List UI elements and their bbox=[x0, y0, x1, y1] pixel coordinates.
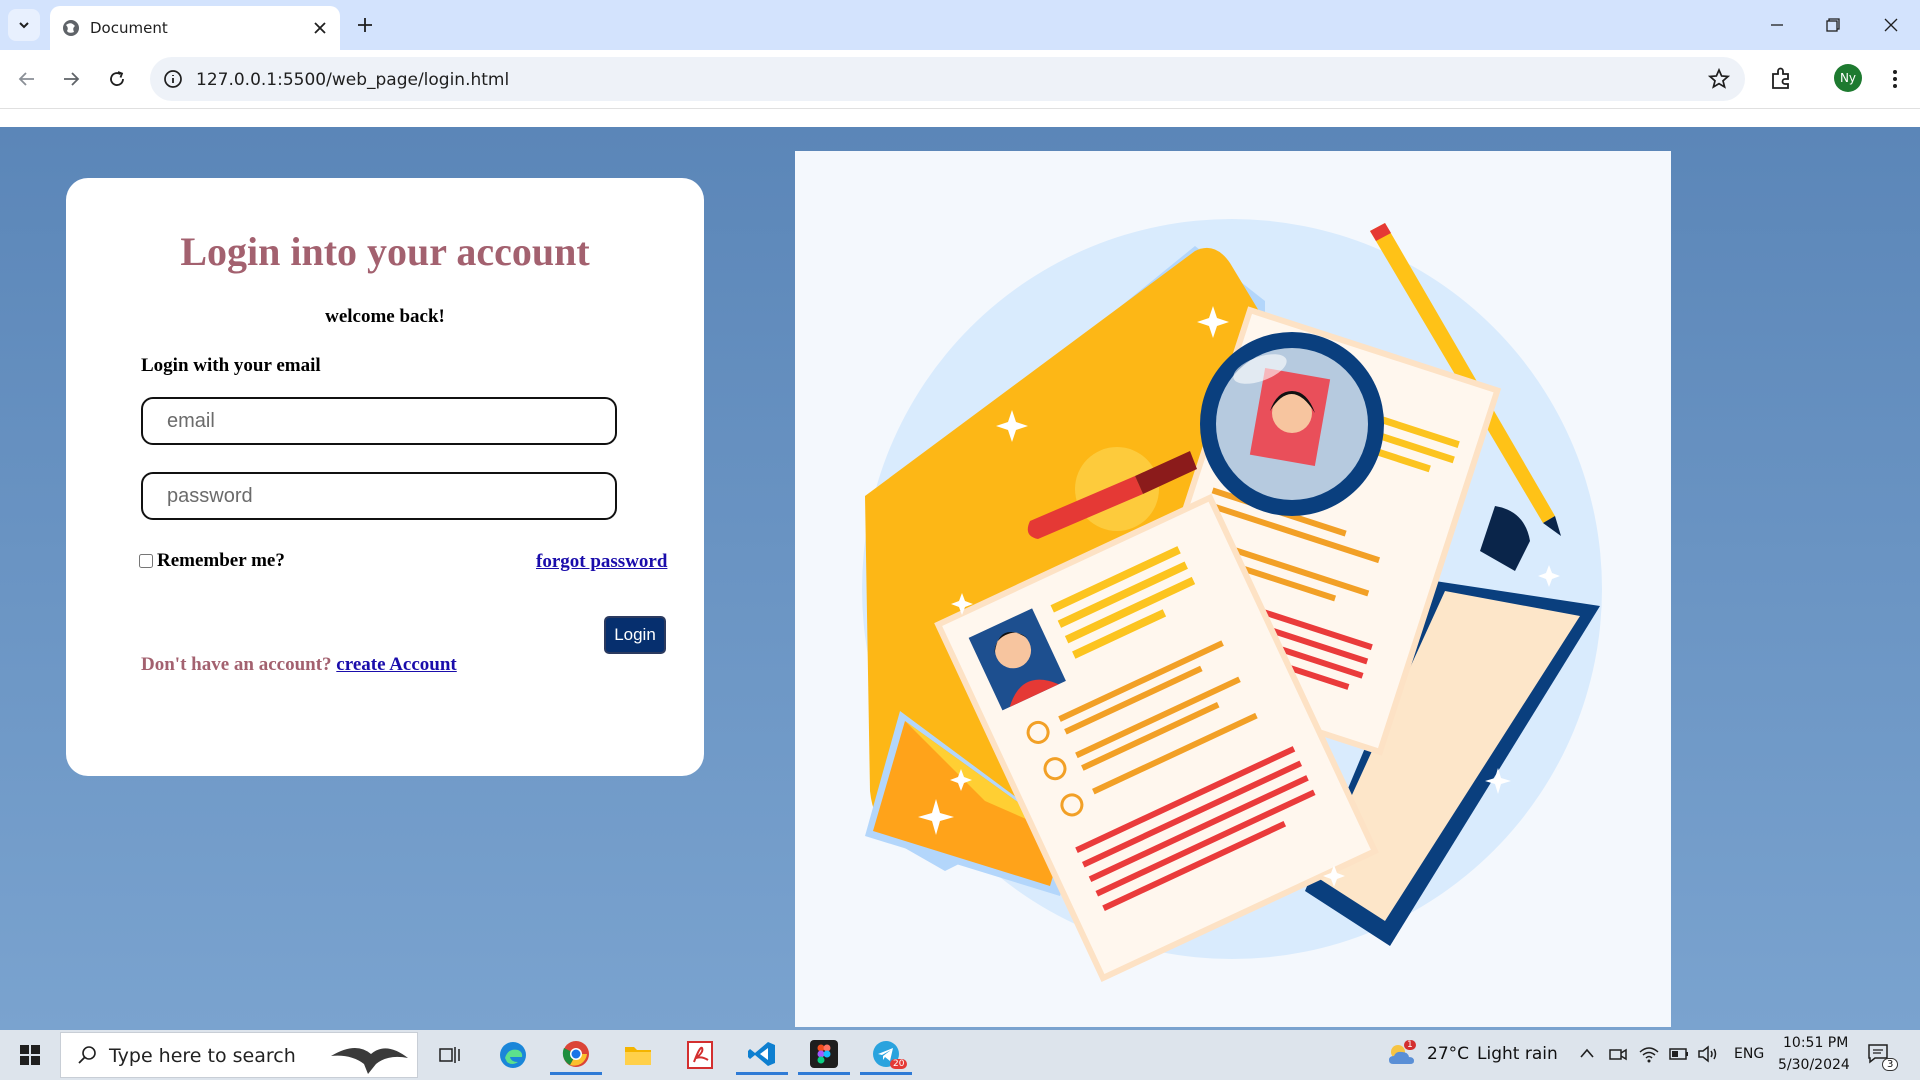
create-account-row: Don't have an account? create Account bbox=[141, 654, 457, 676]
search-icon bbox=[78, 1046, 96, 1064]
page-header-strip bbox=[0, 109, 1920, 127]
page-content: Login into your account welcome back! Lo… bbox=[0, 127, 1920, 1030]
remember-me-label: Remember me? bbox=[157, 550, 285, 571]
remember-me-row: Remember me? bbox=[139, 550, 285, 572]
task-view-button[interactable] bbox=[424, 1035, 476, 1075]
profile-avatar[interactable]: Ny bbox=[1834, 64, 1862, 92]
clock-date[interactable]: 5/30/2024 bbox=[1778, 1057, 1850, 1073]
close-icon bbox=[1884, 18, 1898, 32]
globe-icon bbox=[63, 20, 79, 36]
login-with-label: Login with your email bbox=[141, 355, 321, 376]
minimize-icon bbox=[1771, 24, 1783, 26]
browser-tab-bar: Document bbox=[0, 0, 1920, 50]
arrow-right-icon bbox=[64, 72, 80, 86]
restore-button[interactable] bbox=[1818, 10, 1848, 40]
pdf-icon bbox=[687, 1041, 713, 1069]
illustration-panel bbox=[795, 151, 1671, 1027]
figma-icon bbox=[810, 1039, 838, 1068]
resume-search-illustration bbox=[862, 219, 1602, 982]
clock-time[interactable]: 10:51 PM bbox=[1783, 1035, 1848, 1051]
bookmark-star-icon[interactable] bbox=[1707, 67, 1731, 91]
taskbar-acrobat[interactable] bbox=[674, 1035, 726, 1075]
remember-me-checkbox[interactable] bbox=[139, 554, 153, 568]
search-placeholder: Type here to search bbox=[109, 1045, 296, 1067]
login-button[interactable]: Login bbox=[604, 616, 666, 654]
language-indicator[interactable]: ENG bbox=[1734, 1046, 1764, 1062]
taskbar-vscode[interactable] bbox=[736, 1035, 788, 1075]
tab-title: Document bbox=[90, 19, 168, 37]
login-card: Login into your account welcome back! Lo… bbox=[66, 178, 704, 776]
battery-icon[interactable] bbox=[1668, 1045, 1690, 1063]
task-view-icon bbox=[439, 1047, 460, 1063]
folder-icon bbox=[625, 1047, 651, 1065]
chevron-down-icon bbox=[19, 22, 29, 29]
browser-toolbar: 127.0.0.1:5500/web_page/login.html bbox=[0, 50, 1920, 109]
arrow-left-icon bbox=[18, 72, 34, 86]
no-account-text: Don't have an account? bbox=[141, 654, 332, 675]
taskbar-file-explorer[interactable] bbox=[612, 1035, 664, 1075]
new-tab-button[interactable] bbox=[352, 12, 378, 38]
browser-tab[interactable]: Document bbox=[50, 6, 340, 50]
taskbar-telegram[interactable]: 20 bbox=[860, 1035, 912, 1075]
back-button[interactable] bbox=[12, 64, 42, 94]
more-options-icon[interactable] bbox=[1880, 64, 1910, 94]
address-bar[interactable]: 127.0.0.1:5500/web_page/login.html bbox=[150, 57, 1745, 101]
reload-button[interactable] bbox=[102, 64, 132, 94]
edge-icon bbox=[500, 1042, 526, 1068]
chrome-icon bbox=[562, 1040, 589, 1067]
tab-search-button[interactable] bbox=[8, 9, 40, 41]
wifi-icon[interactable] bbox=[1638, 1044, 1660, 1064]
meet-now-icon[interactable] bbox=[1608, 1044, 1628, 1064]
create-account-link[interactable]: create Account bbox=[336, 654, 456, 675]
restore-icon bbox=[1826, 18, 1840, 32]
reload-icon bbox=[110, 71, 124, 86]
close-icon bbox=[314, 22, 326, 34]
tab-close-button[interactable] bbox=[310, 18, 330, 38]
notification-count: 3 bbox=[1882, 1058, 1899, 1071]
eagle-search-highlight-icon bbox=[331, 1047, 408, 1074]
url-text[interactable]: 127.0.0.1:5500/web_page/login.html bbox=[196, 70, 509, 90]
email-field[interactable] bbox=[141, 397, 617, 445]
taskbar-edge[interactable] bbox=[487, 1035, 539, 1075]
windows-start-icon[interactable] bbox=[10, 1040, 50, 1070]
taskbar-search-box[interactable]: Type here to search bbox=[60, 1032, 418, 1078]
weather-alert-badge: 1 bbox=[1404, 1040, 1416, 1050]
taskbar-chrome[interactable] bbox=[550, 1035, 602, 1075]
telegram-badge: 20 bbox=[890, 1059, 908, 1069]
extensions-icon[interactable] bbox=[1766, 64, 1796, 94]
close-window-button[interactable] bbox=[1876, 10, 1906, 40]
volume-icon[interactable] bbox=[1697, 1044, 1719, 1064]
forward-button[interactable] bbox=[56, 64, 86, 94]
minimize-button[interactable] bbox=[1762, 10, 1792, 40]
weather-temperature[interactable]: 27°C bbox=[1427, 1044, 1469, 1064]
forgot-password-link[interactable]: forgot password bbox=[536, 551, 667, 573]
welcome-text: welcome back! bbox=[325, 306, 445, 327]
login-title: Login into your account bbox=[180, 229, 590, 274]
chevron-up-icon[interactable] bbox=[1579, 1047, 1595, 1059]
windows-taskbar: Type here to search 20 1 27°C Light rain… bbox=[0, 1030, 1920, 1080]
vscode-icon bbox=[748, 1041, 775, 1066]
taskbar-figma[interactable] bbox=[798, 1035, 850, 1075]
weather-description[interactable]: Light rain bbox=[1477, 1044, 1558, 1064]
info-icon[interactable] bbox=[162, 68, 184, 90]
password-field[interactable] bbox=[141, 472, 617, 520]
plus-icon bbox=[358, 18, 372, 32]
